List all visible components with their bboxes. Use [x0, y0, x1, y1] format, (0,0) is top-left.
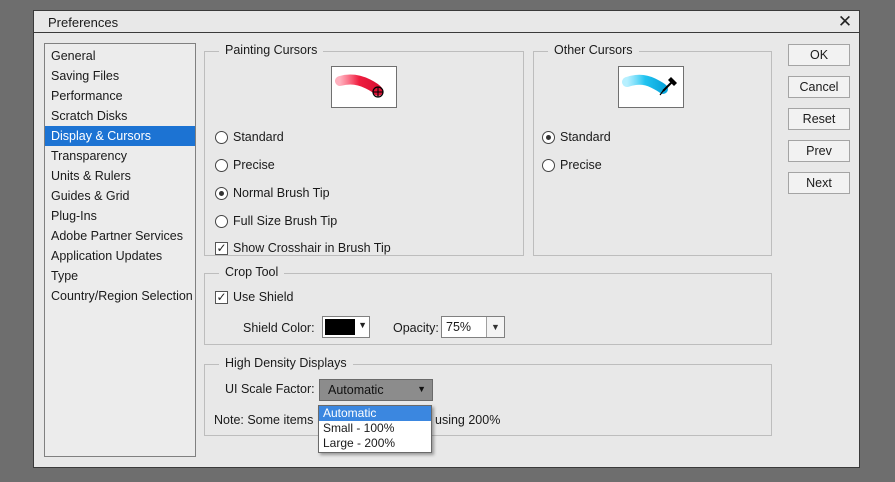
- sidebar-item-units-rulers[interactable]: Units & Rulers: [45, 166, 195, 186]
- ui-scale-select[interactable]: Automatic ▼: [319, 379, 433, 401]
- sidebar-item-saving-files[interactable]: Saving Files: [45, 66, 195, 86]
- other-standard-label: Standard: [560, 130, 611, 144]
- painting-standard-option[interactable]: Standard: [215, 130, 284, 144]
- shield-color-picker[interactable]: ▼: [322, 316, 370, 338]
- crop-tool-group: Crop Tool ✓ Use Shield Shield Color: ▼ O…: [204, 265, 772, 345]
- reset-button[interactable]: Reset: [788, 108, 850, 130]
- shield-color-swatch: [325, 319, 355, 335]
- sidebar-item-scratch-disks[interactable]: Scratch Disks: [45, 106, 195, 126]
- sidebar-item-application-updates[interactable]: Application Updates: [45, 246, 195, 266]
- painting-precise-radio[interactable]: [215, 158, 228, 172]
- painting-full-size-brush-tip-radio[interactable]: [215, 214, 228, 228]
- chevron-down-icon: ▼: [417, 384, 426, 394]
- other-precise-label: Precise: [560, 158, 602, 172]
- chevron-down-icon: ▼: [358, 320, 367, 330]
- close-icon[interactable]: ✕: [835, 12, 855, 32]
- cancel-button[interactable]: Cancel: [788, 76, 850, 98]
- painting-cursors-label: Painting Cursors: [219, 43, 324, 57]
- painting-standard-radio[interactable]: [215, 130, 228, 144]
- painting-precise-option[interactable]: Precise: [215, 158, 275, 172]
- high-density-label: High Density Displays: [219, 356, 353, 370]
- opacity-combo[interactable]: 75% ▼: [441, 316, 505, 338]
- painting-normal-brush-tip-option[interactable]: Normal Brush Tip: [215, 186, 330, 200]
- preferences-dialog: Preferences ✕ General Saving Files Perfo…: [33, 10, 860, 468]
- painting-normal-brush-tip-radio[interactable]: [215, 186, 228, 200]
- painting-cursors-group: Painting Cursors Standard Precise Normal…: [204, 43, 524, 256]
- painting-normal-brush-tip-label: Normal Brush Tip: [233, 186, 330, 200]
- ui-scale-label: UI Scale Factor:: [225, 382, 315, 396]
- ui-scale-dropdown: Automatic Small - 100% Large - 200%: [318, 405, 432, 453]
- ok-button[interactable]: OK: [788, 44, 850, 66]
- category-list: General Saving Files Performance Scratch…: [44, 43, 196, 457]
- blue-brush-eyedropper-icon: [622, 74, 677, 96]
- crop-tool-label: Crop Tool: [219, 265, 285, 279]
- ui-scale-value: Automatic: [328, 383, 384, 397]
- dropdown-option-large[interactable]: Large - 200%: [319, 436, 431, 451]
- show-crosshair-checkbox[interactable]: ✓: [215, 241, 228, 255]
- other-precise-radio[interactable]: [542, 158, 555, 172]
- other-precise-option[interactable]: Precise: [542, 158, 602, 172]
- note-text-start: Note: Some items: [214, 413, 314, 427]
- high-density-group: High Density Displays UI Scale Factor: A…: [204, 356, 772, 436]
- use-shield-label: Use Shield: [233, 290, 294, 304]
- sidebar-item-guides-grid[interactable]: Guides & Grid: [45, 186, 195, 206]
- painting-full-size-brush-tip-option[interactable]: Full Size Brush Tip: [215, 214, 337, 228]
- window-title: Preferences: [48, 15, 119, 30]
- opacity-label: Opacity:: [393, 321, 439, 335]
- dropdown-option-automatic[interactable]: Automatic: [319, 406, 431, 421]
- sidebar-item-transparency[interactable]: Transparency: [45, 146, 195, 166]
- painting-full-size-brush-tip-label: Full Size Brush Tip: [233, 214, 338, 228]
- opacity-value[interactable]: 75%: [446, 320, 471, 334]
- sidebar-item-type[interactable]: Type: [45, 266, 195, 286]
- other-cursors-label: Other Cursors: [548, 43, 639, 57]
- next-button[interactable]: Next: [788, 172, 850, 194]
- title-bar: Preferences ✕: [34, 11, 859, 33]
- note-text-end: using 200%: [435, 413, 501, 427]
- sidebar-item-performance[interactable]: Performance: [45, 86, 195, 106]
- prev-button[interactable]: Prev: [788, 140, 850, 162]
- other-standard-option[interactable]: Standard: [542, 130, 611, 144]
- dropdown-option-small[interactable]: Small - 100%: [319, 421, 431, 436]
- show-crosshair-option[interactable]: ✓ Show Crosshair in Brush Tip: [215, 241, 391, 255]
- show-crosshair-label: Show Crosshair in Brush Tip: [233, 241, 391, 255]
- red-brush-crosshair-icon: [335, 74, 384, 98]
- sidebar-item-plug-ins[interactable]: Plug-Ins: [45, 206, 195, 226]
- other-cursor-preview: [618, 66, 684, 108]
- painting-standard-label: Standard: [233, 130, 284, 144]
- shield-color-label: Shield Color:: [243, 321, 315, 335]
- sidebar-item-adobe-partner-services[interactable]: Adobe Partner Services: [45, 226, 195, 246]
- use-shield-option[interactable]: ✓ Use Shield: [215, 290, 293, 304]
- use-shield-checkbox[interactable]: ✓: [215, 290, 228, 304]
- other-cursors-group: Other Cursors Standard Precise: [533, 43, 772, 256]
- painting-precise-label: Precise: [233, 158, 275, 172]
- chevron-down-icon[interactable]: ▼: [486, 317, 504, 337]
- other-standard-radio[interactable]: [542, 130, 555, 144]
- sidebar-item-display-cursors[interactable]: Display & Cursors: [45, 126, 195, 146]
- sidebar-item-general[interactable]: General: [45, 46, 195, 66]
- painting-cursor-preview: [331, 66, 397, 108]
- sidebar-item-country-region[interactable]: Country/Region Selection: [45, 286, 195, 306]
